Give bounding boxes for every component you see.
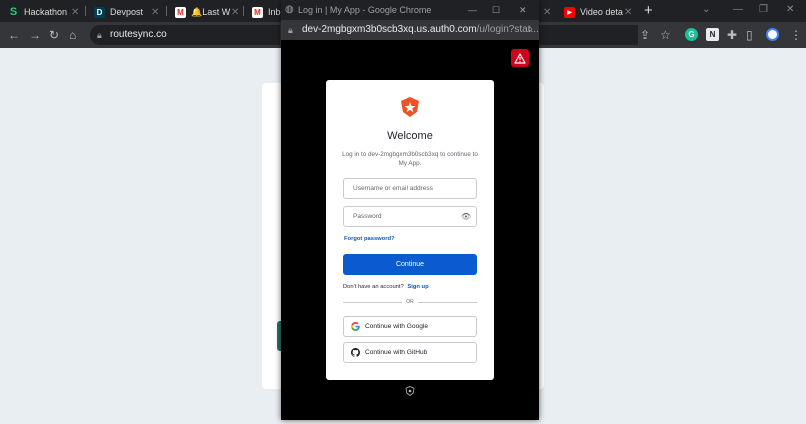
puzzle-icon[interactable]: ✚: [727, 27, 737, 43]
close-icon[interactable]: ✕: [151, 7, 159, 18]
continue-with-github-button[interactable]: Continue with GitHub: [343, 342, 477, 363]
new-tab-button[interactable]: +: [644, 2, 653, 20]
welcome-heading: Welcome: [387, 130, 433, 142]
notion-icon[interactable]: N: [706, 28, 719, 41]
warning-icon[interactable]: [511, 49, 529, 67]
star-icon[interactable]: ☆: [660, 27, 671, 43]
login-card: Welcome Log in to dev-2mgbgxm3b0scb3xq t…: [326, 80, 494, 380]
youtube-favicon: ▶: [564, 6, 575, 18]
restore-icon[interactable]: ❐: [759, 2, 768, 18]
login-subtitle: Log in to dev-2mgbgxm3b0scb3xq to contin…: [342, 151, 478, 167]
no-account-text: Don't have an account?: [343, 284, 404, 290]
auth0-shield-icon: [405, 386, 415, 396]
or-label: OR: [402, 299, 418, 305]
google-button-label: Continue with Google: [365, 323, 429, 330]
close-icon[interactable]: ✕: [624, 7, 632, 18]
forgot-password-link[interactable]: Forgot password?: [344, 236, 395, 242]
address-bar-end[interactable]: [538, 25, 638, 45]
google-icon: [351, 322, 360, 331]
username-field[interactable]: Username or email address: [343, 178, 477, 199]
popup-url-host: dev-2mgbgxm3b0scb3xq.us.auth0.com: [302, 24, 477, 35]
address-bar[interactable]: 🔒︎ routesync.co: [90, 25, 280, 45]
tab-label: Video deta: [580, 7, 623, 17]
password-field[interactable]: Password 👁︎: [343, 206, 477, 227]
tab-inbox[interactable]: M Inbo: [244, 2, 284, 22]
close-icon[interactable]: ✕: [71, 7, 79, 18]
profile-icon[interactable]: [766, 28, 779, 41]
tab-video-details[interactable]: ▶ Video deta ✕: [556, 2, 640, 22]
address-url: routesync.co: [110, 29, 167, 40]
sign-up-link[interactable]: Sign up: [407, 284, 428, 290]
eye-icon[interactable]: 👁︎: [461, 207, 471, 226]
tab-label: 🔔Last W: [191, 6, 231, 17]
gmail-favicon: M: [175, 6, 186, 18]
tab-devpost[interactable]: D Devpost ✕: [86, 2, 166, 22]
home-icon[interactable]: ⌂: [69, 27, 76, 43]
chevron-down-icon[interactable]: ⌄: [702, 2, 710, 18]
popup-title: Log in | My App - Google Chrome: [298, 5, 432, 15]
continue-with-google-button[interactable]: Continue with Google: [343, 316, 477, 337]
grammarly-icon[interactable]: G: [685, 28, 698, 41]
devpost-favicon: D: [94, 6, 105, 18]
share-icon[interactable]: ⇪: [640, 27, 650, 43]
tab-gmail-last[interactable]: M 🔔Last W ✕: [167, 2, 243, 22]
minimize-icon[interactable]: —: [733, 2, 743, 18]
username-placeholder: Username or email address: [353, 185, 433, 192]
tab-label: Hackathon: [24, 7, 68, 17]
minimize-icon[interactable]: —: [468, 0, 477, 20]
password-placeholder: Password: [353, 213, 382, 220]
login-popup-window: ◍ Log in | My App - Google Chrome — ☐ ✕ …: [281, 0, 539, 420]
close-icon[interactable]: ✕: [543, 7, 551, 18]
popup-title-bar: ◍ Log in | My App - Google Chrome — ☐ ✕: [281, 0, 539, 20]
search-icon[interactable]: ⌕: [527, 20, 533, 40]
restore-icon[interactable]: ☐: [492, 0, 500, 20]
github-button-label: Continue with GitHub: [365, 349, 428, 356]
close-window-icon[interactable]: ✕: [519, 0, 527, 20]
tab-hackathon[interactable]: S Hackathon ✕: [0, 2, 84, 22]
lock-icon: 🔒︎: [97, 30, 102, 40]
tab-label: Devpost: [110, 7, 144, 17]
arrow-right-icon[interactable]: →: [29, 27, 41, 43]
close-window-icon[interactable]: ✕: [786, 2, 794, 18]
hackathon-favicon: S: [8, 6, 19, 18]
gmail-favicon: M: [252, 6, 263, 18]
no-account-row: Don't have an account? Sign up: [343, 284, 429, 290]
reload-icon[interactable]: ↻: [49, 27, 59, 43]
popup-address-bar[interactable]: 🔒︎ dev-2mgbgxm3b0scb3xq.us.auth0.com/u/l…: [281, 20, 539, 40]
arrow-left-icon[interactable]: ←: [8, 27, 20, 43]
lock-icon: 🔒︎: [288, 25, 293, 35]
sidebar-icon[interactable]: ▯: [746, 27, 753, 43]
popup-url: dev-2mgbgxm3b0scb3xq.us.auth0.com/u/logi…: [302, 20, 539, 40]
continue-button[interactable]: Continue: [343, 254, 477, 275]
tab-hidden[interactable]: ✕: [539, 2, 553, 22]
auth0-logo-icon: [401, 97, 419, 117]
menu-icon[interactable]: ⋮: [790, 27, 802, 43]
close-icon[interactable]: ✕: [231, 7, 239, 18]
github-icon: [351, 348, 360, 357]
globe-icon: ◍: [285, 4, 294, 15]
